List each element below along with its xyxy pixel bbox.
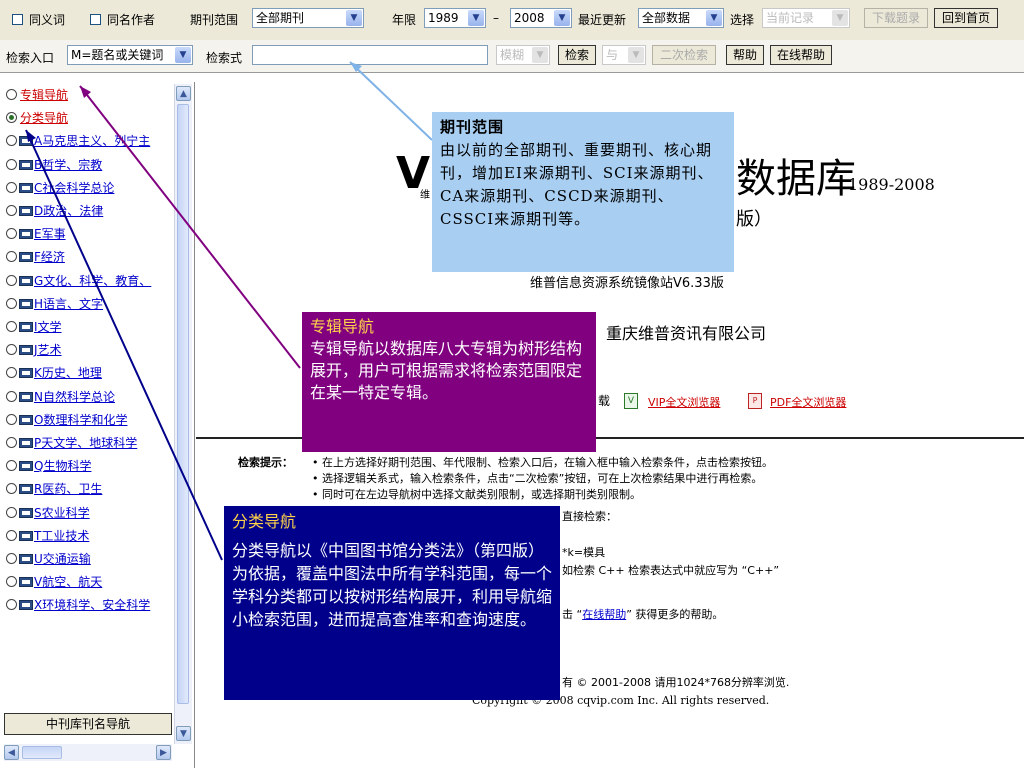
callout-title: 专辑导航 xyxy=(310,317,375,336)
callout-title: 分类导航 xyxy=(232,512,297,531)
category-nav-callout: 分类导航 分类导航以《中国图书馆分类法》（第四版）为依据，覆盖中图法中所有学科范… xyxy=(224,506,560,700)
category-pointer-line xyxy=(25,129,223,561)
callout-body: 分类导航以《中国图书馆分类法》（第四版）为依据，覆盖中图法中所有学科范围，每一个… xyxy=(232,541,553,629)
callout-body: 专辑导航以数据库八大专辑为树形结构展开，用户可根据需求将检索范围限定在某一特定专… xyxy=(310,339,583,402)
journal-pointer-line xyxy=(349,61,433,141)
special-pointer-line xyxy=(79,85,301,369)
callout-body: 由以前的全部期刊、重要期刊、核心期刊，增加EI来源期刊、SCI来源期刊、CA来源… xyxy=(440,141,714,228)
callout-title: 期刊范围 xyxy=(440,118,505,136)
special-pointer-arrow xyxy=(80,86,91,98)
category-pointer-arrow xyxy=(26,130,36,142)
special-nav-callout: 专辑导航 专辑导航以数据库八大专辑为树形结构展开，用户可根据需求将检索范围限定在… xyxy=(302,312,596,452)
journal-range-callout: 期刊范围 由以前的全部期刊、重要期刊、核心期刊，增加EI来源期刊、SCI来源期刊… xyxy=(432,112,734,272)
